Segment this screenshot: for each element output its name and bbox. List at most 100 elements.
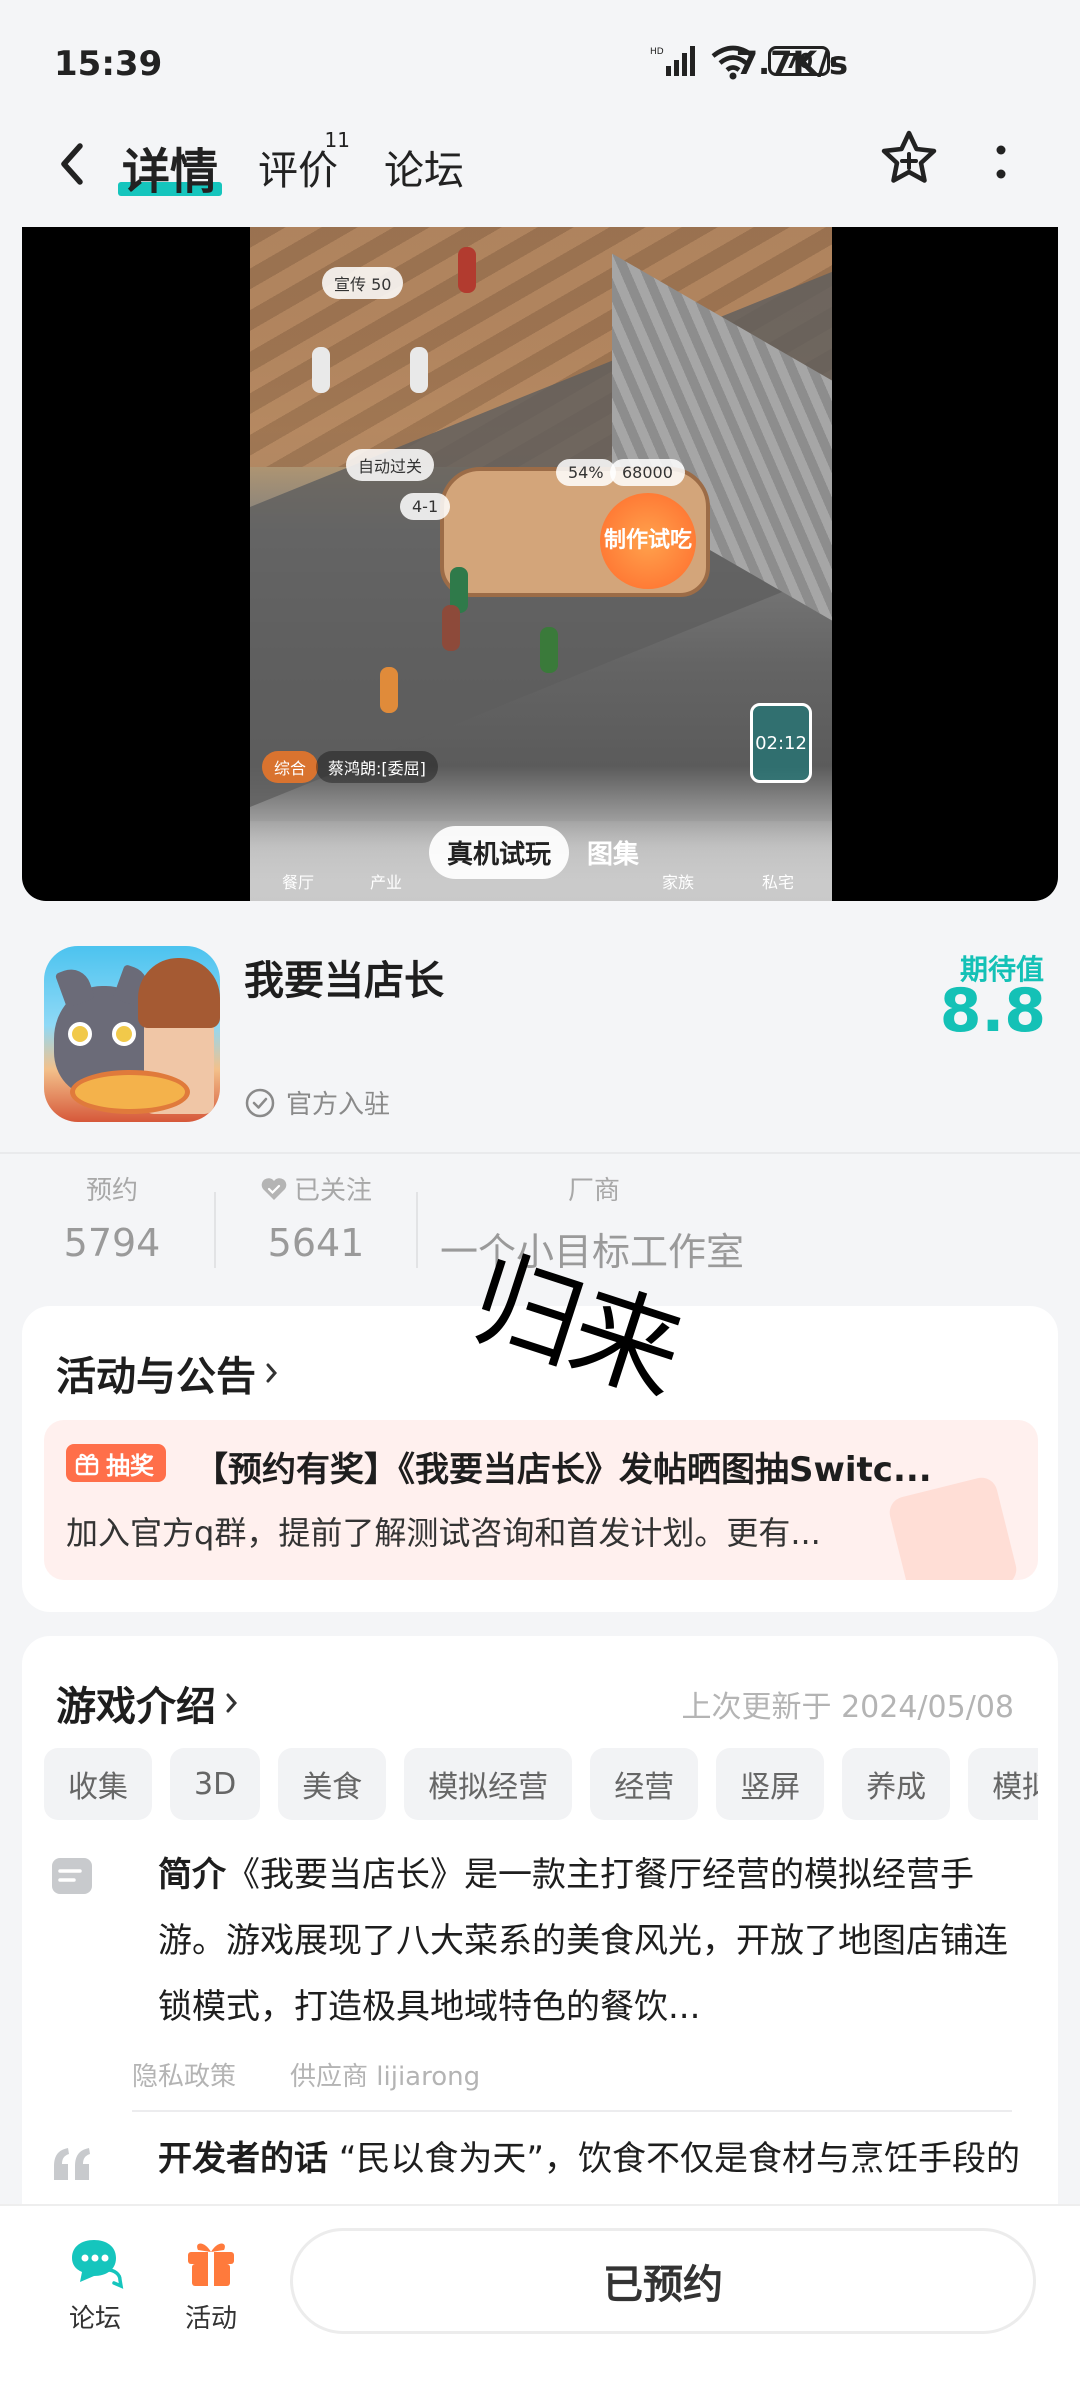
status-bar: 15:39 7.7K/s HD 70	[0, 0, 1080, 120]
more-icon[interactable]	[986, 134, 1016, 190]
privacy-policy-link[interactable]: 隐私政策	[132, 2056, 236, 2093]
forum-chat-icon	[72, 2240, 124, 2289]
review-count-badge: 11	[324, 128, 350, 152]
expectation-score: 8.8	[939, 976, 1046, 1046]
official-label: 官方入驻	[286, 1090, 391, 1120]
tag-chip[interactable]: 3D	[170, 1748, 261, 1820]
notice-title: 【预约有奖】《我要当店长》发帖晒图抽Switc...	[194, 1450, 932, 1490]
cook-badge: 制作试吃	[600, 493, 696, 589]
waiter-figure	[458, 247, 476, 293]
percent-chip: 54%	[556, 459, 616, 486]
battery-icon: 70	[768, 46, 836, 76]
signal-icon: HD	[650, 46, 695, 76]
tab-reviews-label: 评价	[258, 148, 338, 194]
gift-box-icon	[188, 2243, 234, 2286]
pizza-figure	[70, 1070, 190, 1114]
tag-chip[interactable]: 美食	[278, 1748, 387, 1820]
media-player[interactable]: 制作试吃 宣传 50 自动过关 4-1 54% 68000 02:12 综合 蔡…	[22, 227, 1058, 901]
game-info: 我要当店长 官方入驻 期待值 8.8	[0, 920, 1080, 1150]
chat-channel-chip: 综合	[262, 751, 319, 783]
gameplay-video[interactable]: 制作试吃 宣传 50 自动过关 4-1 54% 68000 02:12 综合 蔡…	[250, 227, 832, 901]
customer-figure	[442, 605, 460, 651]
tag-chip[interactable]: 养成	[842, 1748, 951, 1820]
tab-real-device-trial[interactable]: 真机试玩	[429, 825, 570, 879]
summary-body: 《我要当店长》是一款主打餐厅经营的模拟经营手游。游戏展现了八大菜系的美食风光，开…	[158, 1855, 1008, 2027]
chevron-right-icon	[266, 1363, 277, 1383]
cat-eye	[112, 1022, 136, 1046]
summary-label: 简介	[158, 1855, 226, 1895]
level-chip: 4-1	[400, 493, 451, 520]
game-title: 我要当店长	[244, 958, 444, 1004]
activity-button[interactable]: 活动	[166, 2230, 256, 2335]
customer-figure	[312, 347, 330, 393]
toolbar-item: 家族	[662, 873, 695, 892]
top-navigation: 详情 评价 11 论坛	[0, 120, 1080, 220]
tag-chip[interactable]: 竖屏	[716, 1748, 825, 1820]
notice-description: 加入官方q群，提前了解测试咨询和首发计划。更有...	[66, 1514, 821, 1552]
activity-header[interactable]: 活动与公告	[56, 1344, 280, 1402]
forum-button[interactable]: 论坛	[50, 2230, 140, 2335]
activity-title: 活动与公告	[56, 1354, 256, 1400]
stat-divider	[416, 1192, 418, 1268]
promo-chip: 宣传 50	[322, 267, 404, 299]
summary-section[interactable]: 简介《我要当店长》是一款主打餐厅经营的模拟经营手游。游戏展现了八大菜系的美食风光…	[48, 1842, 1038, 2042]
media-tabs: 真机试玩 图集	[429, 825, 657, 879]
tag-chip[interactable]: 经营	[590, 1748, 699, 1820]
svg-text:HD: HD	[650, 47, 664, 57]
activity-label: 活动	[184, 2304, 237, 2334]
toolbar-item: 餐厅	[282, 873, 315, 892]
stat-value: 5641	[267, 1221, 365, 1265]
quote-icon	[54, 2148, 90, 2180]
stat-divider	[214, 1192, 216, 1268]
lottery-notice[interactable]: 抽奖 【预约有奖】《我要当店长》发帖晒图抽Switc... 加入官方q群，提前了…	[44, 1420, 1038, 1580]
stat-label-row: 已关注	[246, 1170, 386, 1207]
summary-doc-icon	[52, 1858, 92, 1894]
app-icon	[44, 946, 220, 1122]
tag-list: 收集 3D 美食 模拟经营 经营 竖屏 养成 模拟	[44, 1748, 1038, 1824]
tab-forum[interactable]: 论坛	[384, 138, 464, 196]
wifi-icon	[711, 45, 755, 80]
follow-stat[interactable]: 已关注 5641	[246, 1170, 386, 1265]
coin-chip: 68000	[610, 459, 685, 486]
forum-label: 论坛	[68, 2304, 121, 2334]
supplier-link[interactable]: 供应商 lijiarong	[290, 2056, 480, 2093]
toolbar-item: 产业	[370, 873, 403, 892]
stat-label: 已关注	[293, 1176, 372, 1206]
policy-links: 隐私政策 供应商 lijiarong	[132, 2056, 480, 2093]
official-badge: 官方入驻	[244, 1084, 390, 1121]
customer-figure	[410, 347, 428, 393]
status-time: 15:39	[54, 44, 163, 84]
back-icon[interactable]	[52, 136, 92, 192]
timer-chip: 02:12	[750, 703, 812, 783]
customer-figure	[540, 627, 558, 673]
divider	[0, 1152, 1080, 1154]
auto-clear-chip: 自动过关	[346, 449, 435, 481]
developer-note-label: 开发者的话	[158, 2139, 328, 2179]
last-updated: 上次更新于 2024/05/08	[681, 1690, 1014, 1725]
toolbar-item: 私宅	[762, 873, 795, 892]
chevron-right-icon	[226, 1693, 237, 1713]
summary-text: 简介《我要当店长》是一款主打餐厅经营的模拟经营手游。游戏展现了八大菜系的美食风光…	[158, 1842, 1038, 2040]
check-circle-icon	[245, 1088, 275, 1117]
tab-gallery[interactable]: 图集	[569, 826, 657, 879]
gift-icon	[75, 1453, 99, 1476]
stat-value: 5794	[63, 1221, 161, 1265]
divider	[132, 2110, 1012, 2112]
lottery-badge: 抽奖	[66, 1444, 166, 1482]
intro-header[interactable]: 游戏介绍	[56, 1674, 240, 1732]
battery-level: 70	[785, 49, 813, 73]
tag-chip[interactable]: 收集	[44, 1748, 152, 1820]
reserved-button[interactable]: 已预约	[290, 2228, 1036, 2334]
star-add-icon[interactable]	[878, 128, 940, 190]
tab-reviews[interactable]: 评价 11	[258, 128, 350, 196]
tag-chip[interactable]: 模拟	[968, 1748, 1038, 1820]
stat-label: 厂商	[568, 1176, 621, 1206]
heart-check-icon	[261, 1177, 287, 1200]
tab-details[interactable]: 详情	[117, 132, 223, 202]
lottery-badge-label: 抽奖	[106, 1451, 154, 1480]
reservation-stat: 预约 5794	[62, 1170, 162, 1265]
bottom-action-bar: 论坛 活动 已预约	[0, 2204, 1080, 2400]
stat-label: 预约	[85, 1176, 138, 1206]
tag-chip[interactable]: 模拟经营	[404, 1748, 573, 1820]
chat-message: 蔡鸿朗:[委屈]	[316, 751, 438, 783]
